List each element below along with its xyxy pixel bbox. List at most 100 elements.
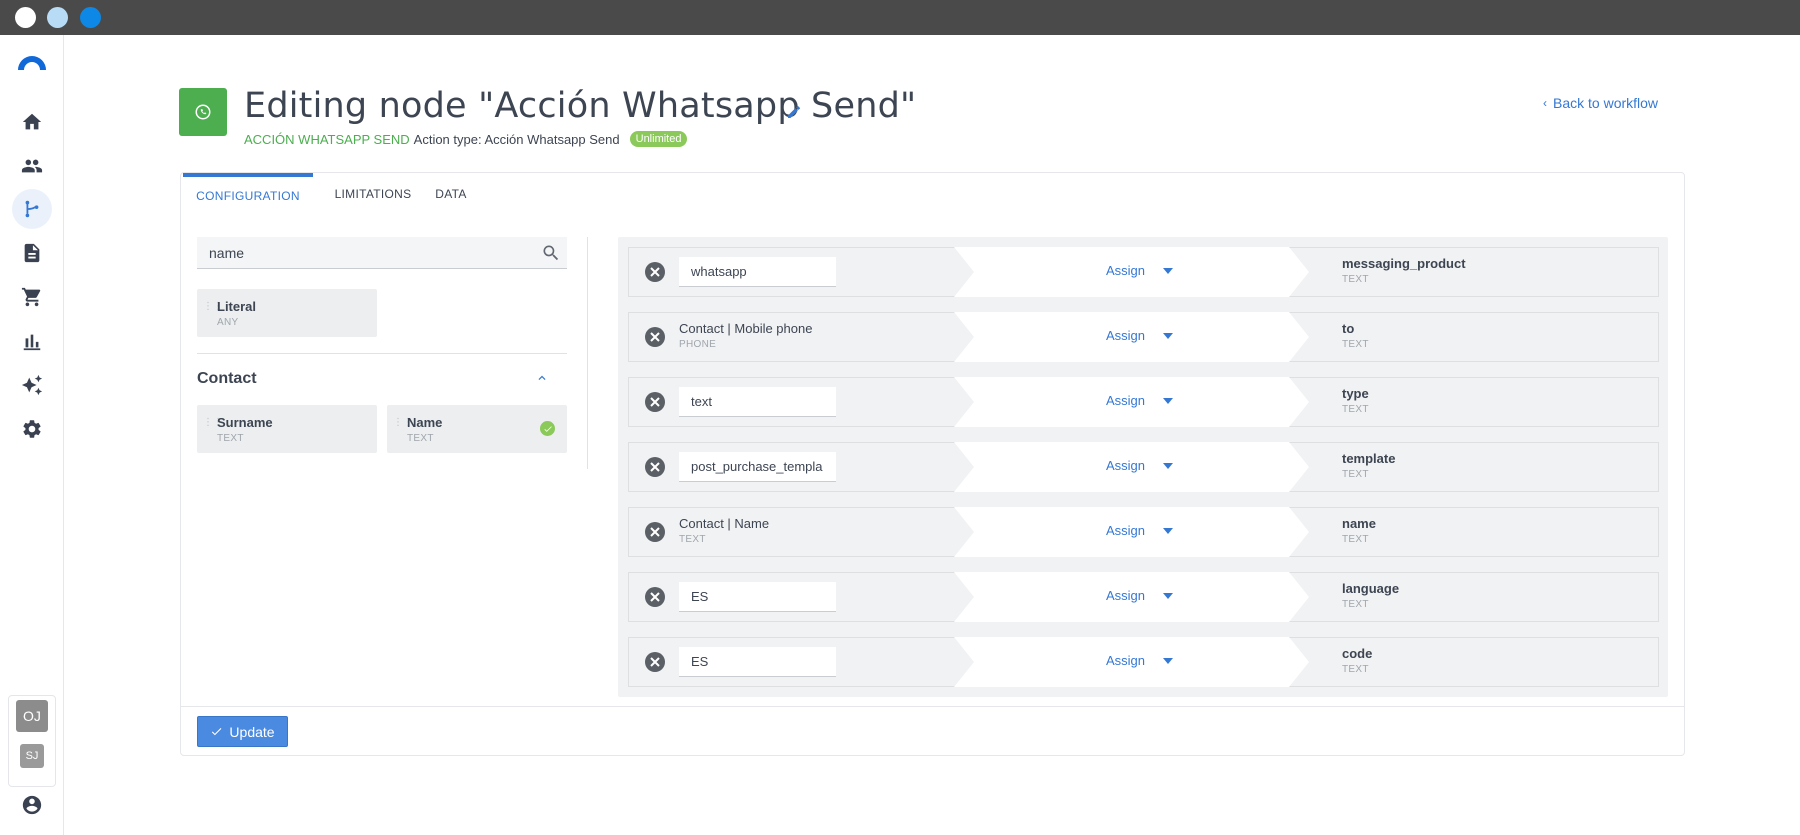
sidebar: OJ SJ	[0, 35, 64, 835]
source-field-name: Contact | Mobile phone	[679, 321, 813, 336]
source-field-type: TEXT	[679, 534, 706, 545]
target-field-name: to	[1342, 321, 1355, 336]
avatar-secondary[interactable]: SJ	[20, 744, 44, 768]
node-editor-card: CONFIGURATION LIMITATIONS DATA ⋮⋮ Litera…	[180, 172, 1685, 756]
assign-connector: Assign	[954, 312, 1309, 362]
source-field[interactable]: Contact | Mobile phone PHONE	[679, 321, 812, 350]
divider	[197, 353, 567, 354]
window-close-dot[interactable]	[15, 7, 36, 28]
people-icon[interactable]	[20, 154, 44, 178]
update-button[interactable]: Update	[197, 716, 288, 747]
field-chip-surname[interactable]: ⋮⋮ Surname TEXT	[197, 405, 377, 453]
home-icon[interactable]	[20, 110, 44, 134]
window-maximize-dot[interactable]	[80, 7, 101, 28]
assign-label: Assign	[1106, 328, 1146, 343]
group-title: Contact	[197, 370, 257, 387]
target-field-type: TEXT	[1342, 469, 1369, 480]
assign-connector: Assign	[954, 572, 1309, 622]
source-literal-input[interactable]	[679, 452, 836, 482]
chevron-up-icon[interactable]	[535, 371, 549, 385]
field-type: ANY	[217, 317, 239, 328]
assign-dropdown[interactable]: Assign	[1106, 328, 1174, 343]
back-to-workflow-link[interactable]: ‹ Back to workflow	[1543, 95, 1658, 111]
assign-dropdown[interactable]: Assign	[1106, 588, 1174, 603]
footer-divider	[181, 706, 1684, 707]
tab-limitations[interactable]: LIMITATIONS	[333, 173, 413, 215]
field-chip-literal[interactable]: ⋮⋮ Literal ANY	[197, 289, 377, 337]
document-icon[interactable]	[20, 241, 44, 265]
mapping-row: Assign template TEXT	[628, 442, 1659, 492]
field-search	[197, 237, 567, 269]
source-field[interactable]: Contact | Name TEXT	[679, 516, 769, 545]
target-field: to TEXT	[1342, 321, 1369, 350]
node-type-label: ACCIÓN WHATSAPP SEND	[244, 131, 410, 147]
caret-down-icon	[1163, 657, 1174, 664]
assign-connector: Assign	[954, 442, 1309, 492]
source-literal-input[interactable]	[679, 647, 836, 677]
source-literal-input[interactable]	[679, 582, 836, 612]
bar-chart-icon[interactable]	[20, 329, 44, 353]
mapping-row: Assign type TEXT	[628, 377, 1659, 427]
field-chip-name[interactable]: ⋮⋮ Name TEXT	[387, 405, 567, 453]
remove-circle-icon[interactable]	[645, 457, 665, 477]
target-field-type: TEXT	[1342, 339, 1369, 350]
sparkles-icon[interactable]	[20, 373, 44, 397]
assign-label: Assign	[1106, 458, 1146, 473]
assign-dropdown[interactable]: Assign	[1106, 263, 1174, 278]
assign-connector: Assign	[954, 507, 1309, 557]
remove-circle-icon[interactable]	[645, 522, 665, 542]
app-logo-icon[interactable]	[16, 53, 48, 71]
mapping-row: Assign messaging_product TEXT	[628, 247, 1659, 297]
avatar[interactable]: OJ	[16, 700, 48, 732]
target-field-name: name	[1342, 516, 1376, 531]
source-literal-input[interactable]	[679, 257, 836, 287]
remove-circle-icon[interactable]	[645, 327, 665, 347]
target-field-name: code	[1342, 646, 1373, 661]
mapping-row: Contact | Mobile phone PHONE Assign to TEXT	[628, 312, 1659, 362]
tab-data[interactable]: DATA	[431, 173, 471, 215]
account-circle-icon[interactable]	[20, 793, 44, 817]
tab-configuration[interactable]: CONFIGURATION	[183, 173, 313, 215]
panel-divider	[587, 237, 588, 469]
target-field-name: messaging_product	[1342, 256, 1466, 271]
field-name: Name	[407, 415, 443, 430]
assign-label: Assign	[1106, 523, 1146, 538]
assign-connector: Assign	[954, 377, 1309, 427]
whatsapp-node-icon	[179, 88, 227, 136]
status-badge: Unlimited	[629, 131, 688, 147]
assign-dropdown[interactable]: Assign	[1106, 393, 1174, 408]
assign-dropdown[interactable]: Assign	[1106, 458, 1174, 473]
chevron-left-icon: ‹	[1543, 96, 1547, 110]
gear-icon[interactable]	[20, 417, 44, 441]
drag-handle-icon[interactable]: ⋮⋮	[203, 418, 223, 438]
drag-handle-icon[interactable]: ⋮⋮	[203, 302, 223, 322]
target-field: type TEXT	[1342, 386, 1369, 415]
target-field: template TEXT	[1342, 451, 1395, 480]
remove-circle-icon[interactable]	[645, 262, 665, 282]
assign-label: Assign	[1106, 263, 1146, 278]
workflow-icon[interactable]	[20, 197, 44, 221]
assign-dropdown[interactable]: Assign	[1106, 523, 1174, 538]
remove-circle-icon[interactable]	[645, 652, 665, 672]
assign-label: Assign	[1106, 653, 1146, 668]
source-literal-input[interactable]	[679, 387, 836, 417]
drag-handle-icon[interactable]: ⋮⋮	[393, 418, 413, 438]
source-field-name: Contact | Name	[679, 516, 770, 531]
window-minimize-dot[interactable]	[47, 7, 68, 28]
search-icon[interactable]	[541, 243, 561, 263]
edit-title-icon[interactable]	[786, 104, 802, 120]
assign-dropdown[interactable]: Assign	[1106, 653, 1174, 668]
caret-down-icon	[1163, 462, 1174, 469]
assign-connector: Assign	[954, 247, 1309, 297]
target-field: name TEXT	[1342, 516, 1376, 545]
caret-down-icon	[1163, 332, 1174, 339]
cart-icon[interactable]	[20, 285, 44, 309]
search-input[interactable]	[209, 245, 529, 261]
remove-circle-icon[interactable]	[645, 392, 665, 412]
target-field-type: TEXT	[1342, 534, 1369, 545]
target-field-type: TEXT	[1342, 599, 1369, 610]
remove-circle-icon[interactable]	[645, 587, 665, 607]
update-label: Update	[229, 723, 275, 740]
target-field-type: TEXT	[1342, 274, 1369, 285]
mapping-row: Assign code TEXT	[628, 637, 1659, 687]
